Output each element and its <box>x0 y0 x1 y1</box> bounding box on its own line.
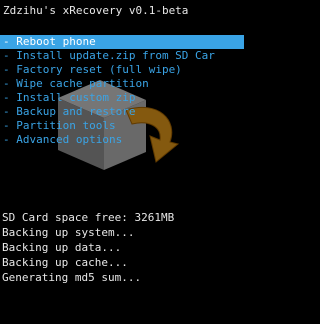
log-line-backup-system: Backing up system... <box>2 226 135 239</box>
menu-item-advanced-options[interactable]: - Advanced options <box>0 133 244 147</box>
log-line-md5: Generating md5 sum... <box>2 271 142 284</box>
menu-item-wipe-cache[interactable]: - Wipe cache partition <box>0 77 244 91</box>
menu-item-install-update-zip[interactable]: - Install update.zip from SD Car <box>0 49 244 63</box>
status-log: SD Card space free: 3261MB Backing up sy… <box>0 210 244 285</box>
menu-item-backup-restore[interactable]: - Backup and restore <box>0 105 244 119</box>
app-title: Zdzihu's xRecovery v0.1-beta <box>3 4 189 17</box>
log-line-backup-data: Backing up data... <box>2 241 122 254</box>
recovery-menu: - Reboot phone - Install update.zip from… <box>0 35 244 147</box>
log-line-backup-cache: Backing up cache... <box>2 256 128 269</box>
log-line-sd-space: SD Card space free: 3261MB <box>2 211 175 224</box>
menu-item-install-custom-zip[interactable]: - Install custom zip <box>0 91 244 105</box>
menu-item-reboot-phone[interactable]: - Reboot phone <box>0 35 244 49</box>
menu-item-partition-tools[interactable]: - Partition tools <box>0 119 244 133</box>
menu-item-factory-reset[interactable]: - Factory reset (full wipe) <box>0 63 244 77</box>
